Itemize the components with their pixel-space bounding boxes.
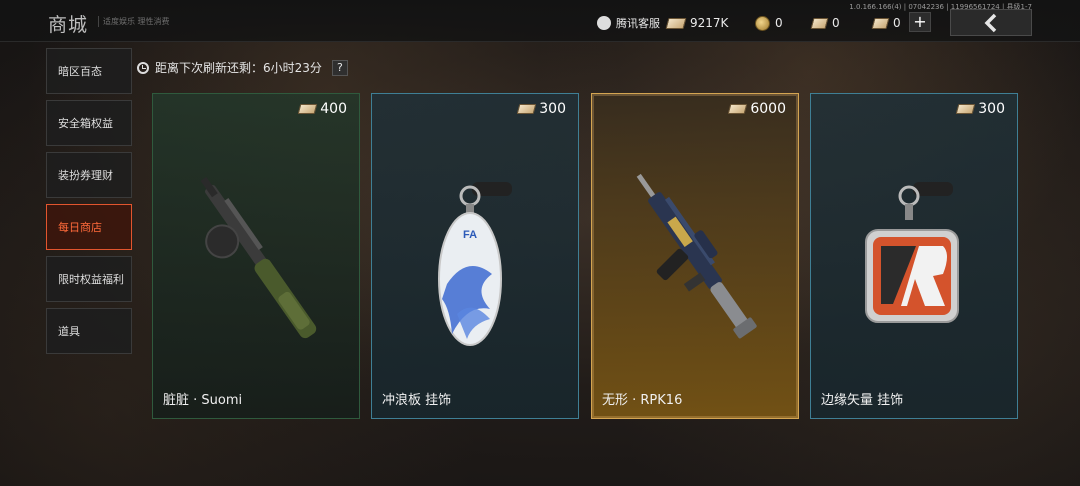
shop-item-card[interactable]: 300 FA 冲浪板 挂饰 [371,93,579,419]
coin-icon [755,15,770,31]
sidebar-item-label: 暗区百态 [58,65,102,78]
item-name: 脏脏 · Suomi [163,393,243,408]
item-name: 无形 · RPK16 [602,393,683,408]
refresh-text: 距离下次刷新还剩：6小时23分 [155,61,322,75]
price-tag: 300 [516,101,566,117]
price-value: 300 [978,101,1005,117]
help-button[interactable]: ? [331,59,348,76]
currency-value: 0 [893,16,901,30]
price-tag: 6000 [728,101,786,117]
sidebar-item-label: 道具 [58,325,80,338]
price-value: 400 [320,101,347,117]
currency-value: 9217K [690,16,729,30]
customer-service-button[interactable]: 腾讯客服 [597,15,660,31]
page-subtitle: 适度娱乐 理性消费 [98,16,170,27]
page-title: 商城 [48,14,89,36]
sidebar-item-safebox[interactable]: 安全箱权益 [46,100,132,146]
ticket-icon [728,104,748,114]
rifle-weapon-image [636,173,757,339]
shop-item-card[interactable]: 300 边缘矢量 挂饰 [810,93,1018,419]
sidebar-item-dark-zone[interactable]: 暗区百态 [46,48,132,94]
ticket-icon [297,104,318,114]
currency-coins: 0 [755,15,783,31]
top-bar: 商城 适度娱乐 理性消费 1.0.166.166(4) | 07042236 |… [0,0,1080,42]
clock-icon [137,61,149,74]
add-currency-button[interactable]: + [909,12,931,32]
refresh-timer: 距离下次刷新还剩：6小时23分 ? [137,59,348,76]
currency-voucher: 0 [810,15,840,31]
shop-item-card[interactable]: 400 脏脏 · Suomi [152,93,360,419]
price-tag: 300 [955,101,1005,117]
sidebar-item-label: 安全箱权益 [58,117,113,130]
sidebar-item-label: 限时权益福利 [58,273,124,286]
chevron-left-icon [984,13,997,32]
svg-text:FA: FA [463,229,477,241]
sidebar-item-skin-voucher[interactable]: 装扮券理财 [46,152,132,198]
price-tag: 400 [297,101,347,117]
emblem-charm-image [865,182,959,323]
price-value: 300 [539,101,566,117]
ticket-icon [665,17,687,29]
price-value: 6000 [750,101,786,117]
currency-value: 0 [832,16,840,30]
surfboard-charm-image: FA [438,182,512,346]
currency-value: 0 [775,16,783,30]
sidebar-item-limited-benefits[interactable]: 限时权益福利 [46,256,132,302]
shop-item-card[interactable]: 6000 无形 · RPK16 [591,93,799,419]
smg-weapon-image [200,176,317,339]
item-name: 边缘矢量 挂饰 [821,393,904,408]
sidebar-item-label: 装扮券理财 [58,169,113,182]
back-button[interactable] [950,9,1032,36]
sidebar-item-daily-shop[interactable]: 每日商店 [46,204,132,250]
headset-icon [597,16,611,30]
sidebar: 暗区百态 安全箱权益 装扮券理财 每日商店 限时权益福利 道具 [46,48,132,360]
ticket-icon [871,17,890,29]
ticket-icon [516,104,537,114]
customer-service-label: 腾讯客服 [616,17,660,30]
ticket-icon [955,104,976,114]
sidebar-item-label: 每日商店 [58,221,102,234]
sidebar-item-items[interactable]: 道具 [46,308,132,354]
currency-tickets-2: 0 [871,15,901,31]
item-name: 冲浪板 挂饰 [382,393,452,408]
voucher-icon [810,17,829,29]
currency-tickets: 9217K [665,15,729,31]
